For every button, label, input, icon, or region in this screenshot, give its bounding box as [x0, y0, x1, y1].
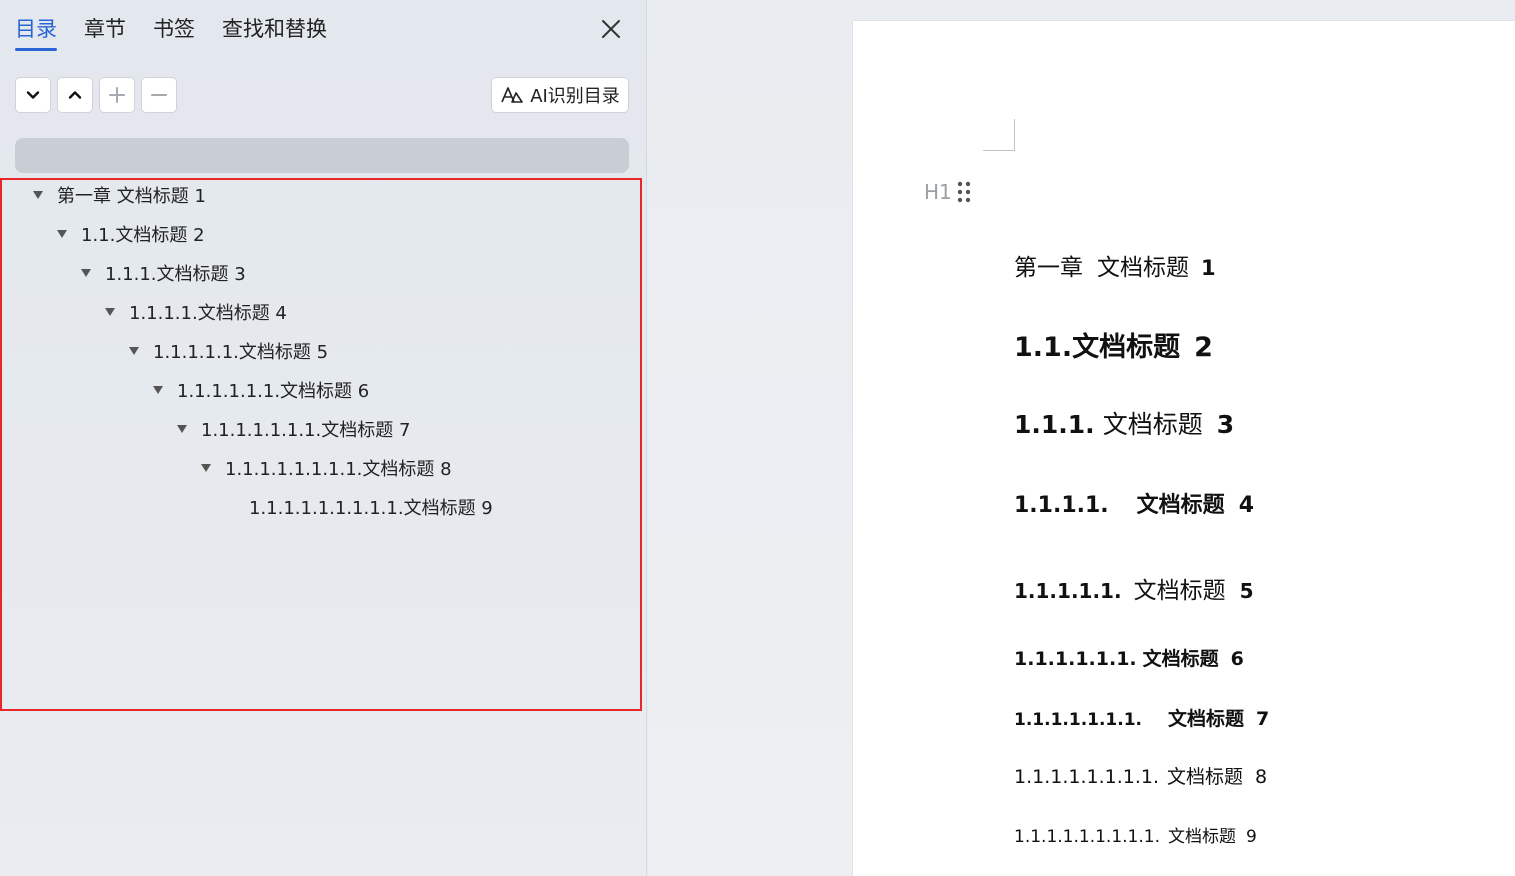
tab-chapters[interactable]: 章节 [84, 14, 126, 44]
toc-item-label: 1.1.1.1.文档标题 4 [129, 303, 287, 324]
heading-title: 文档标题 [1136, 493, 1225, 518]
heading-level-5[interactable]: 1.1.1.1.1. 文档标题 5 [1014, 571, 1254, 605]
caret-down-icon[interactable] [33, 190, 43, 200]
caret-down-icon[interactable] [129, 346, 139, 356]
toc-search-input[interactable] [15, 138, 629, 173]
heading-suffix: 1 [1201, 256, 1216, 280]
toc-item-label: 1.1.1.1.1.文档标题 5 [153, 342, 329, 363]
page-margin-mark [983, 119, 1015, 151]
heading-number: 1.1. [1014, 332, 1073, 363]
toc-item[interactable]: 1.1.1.1.1.1.文档标题 6 [153, 375, 369, 405]
chevron-down-icon [26, 91, 40, 99]
toc-item-label: 1.1.1.1.1.1.1.1.1.文档标题 9 [249, 498, 493, 519]
tab-find-replace[interactable]: 查找和替换 [222, 14, 327, 44]
navigation-pane: 目录 章节 书签 查找和替换 AI识别目录 第一章 文档标题 1 1.1.文档标… [0, 0, 647, 876]
heading-suffix: 5 [1239, 579, 1254, 603]
caret-down-icon[interactable] [177, 424, 187, 434]
heading-number: 1.1.1.1.1.1.1. [1014, 710, 1143, 730]
promote-button[interactable] [99, 77, 135, 113]
tab-bookmarks[interactable]: 书签 [153, 14, 195, 44]
toc-item-label: 1.1.文档标题 2 [81, 225, 205, 246]
caret-down-icon[interactable] [57, 229, 67, 239]
heading-suffix: 7 [1256, 708, 1270, 730]
collapse-button[interactable] [57, 77, 93, 113]
toc-item-label: 1.1.1.文档标题 3 [105, 264, 246, 285]
toc-item[interactable]: 第一章 文档标题 1 [33, 180, 206, 210]
minus-icon [151, 94, 167, 96]
caret-down-icon[interactable] [201, 463, 211, 473]
heading-level-6[interactable]: 1.1.1.1.1.1. 文档标题 6 [1014, 644, 1244, 671]
demote-button[interactable] [141, 77, 177, 113]
heading-level-2[interactable]: 1.1.文档标题 2 [1014, 325, 1213, 364]
heading-level-3[interactable]: 1.1.1. 文档标题 3 [1014, 405, 1234, 441]
caret-down-icon[interactable] [81, 268, 91, 278]
heading-number: 1.1.1.1.1. [1014, 579, 1122, 603]
heading-number: 1.1.1. [1014, 410, 1095, 439]
heading-level-8[interactable]: 1.1.1.1.1.1.1.1. 文档标题 8 [1014, 762, 1267, 789]
heading-title: 文档标题 [1142, 648, 1219, 670]
tab-toc[interactable]: 目录 [15, 14, 57, 51]
toc-item[interactable]: 1.1.文档标题 2 [57, 219, 205, 249]
heading-level-indicator: H1 [924, 180, 952, 204]
heading-level-4[interactable]: 1.1.1.1. 文档标题 4 [1014, 487, 1254, 519]
plus-icon [109, 87, 125, 103]
toc-item-label: 1.1.1.1.1.1.1.1.文档标题 8 [225, 459, 452, 480]
heading-level-9[interactable]: 1.1.1.1.1.1.1.1.1. 文档标题 9 [1014, 822, 1257, 847]
heading-number: 1.1.1.1.1.1.1.1.1. [1014, 827, 1160, 847]
heading-suffix: 6 [1230, 648, 1244, 670]
close-pane-button[interactable] [598, 16, 624, 42]
heading-number: 第一章 [1014, 255, 1083, 281]
heading-number: 1.1.1.1.1.1.1.1. [1014, 766, 1160, 788]
heading-suffix: 9 [1245, 827, 1257, 847]
toc-item[interactable]: 1.1.1.1.1.文档标题 5 [129, 336, 328, 366]
caret-down-icon[interactable] [153, 385, 163, 395]
toc-item[interactable]: 1.1.1.文档标题 3 [81, 258, 246, 288]
heading-level-7[interactable]: 1.1.1.1.1.1.1. 文档标题 7 [1014, 704, 1269, 731]
toc-item-label: 1.1.1.1.1.1.1.文档标题 7 [201, 420, 411, 441]
active-tab-indicator [15, 48, 57, 51]
toc-item[interactable]: 1.1.1.1.1.1.1.1.1.文档标题 9 [249, 492, 493, 522]
toc-item[interactable]: 1.1.1.1.文档标题 4 [105, 297, 287, 327]
toc-item[interactable]: 1.1.1.1.1.1.1.文档标题 7 [177, 414, 410, 444]
heading-suffix: 3 [1216, 410, 1235, 439]
heading-number: 1.1.1.1.1.1. [1014, 648, 1137, 670]
drag-handle-icon[interactable] [957, 181, 971, 203]
heading-title: 文档标题 [1097, 255, 1189, 281]
ai-detect-toc-button[interactable]: AI识别目录 [491, 77, 629, 113]
expand-button[interactable] [15, 77, 51, 113]
close-icon [602, 20, 620, 38]
ai-icon [501, 87, 523, 103]
heading-suffix: 8 [1255, 766, 1268, 788]
caret-down-icon[interactable] [105, 307, 115, 317]
toc-item[interactable]: 1.1.1.1.1.1.1.1.文档标题 8 [201, 453, 452, 483]
heading-title: 文档标题 [1167, 766, 1244, 788]
toc-item-label: 1.1.1.1.1.1.文档标题 6 [177, 381, 370, 402]
heading-number: 1.1.1.1. [1014, 493, 1109, 518]
heading-title: 文档标题 [1072, 332, 1181, 363]
toc-item-label: 第一章 文档标题 1 [57, 186, 206, 207]
ai-button-label: AI识别目录 [530, 86, 620, 107]
document-page[interactable] [852, 20, 1515, 876]
chevron-up-icon [68, 91, 82, 99]
heading-title: 文档标题 [1102, 410, 1203, 439]
heading-title: 文档标题 [1167, 827, 1236, 847]
heading-suffix: 4 [1238, 493, 1254, 518]
heading-level-1[interactable]: 第一章 文档标题 1 [1014, 248, 1216, 282]
heading-title: 文档标题 [1133, 578, 1226, 604]
heading-suffix: 2 [1194, 332, 1213, 363]
heading-title: 文档标题 [1168, 708, 1245, 730]
